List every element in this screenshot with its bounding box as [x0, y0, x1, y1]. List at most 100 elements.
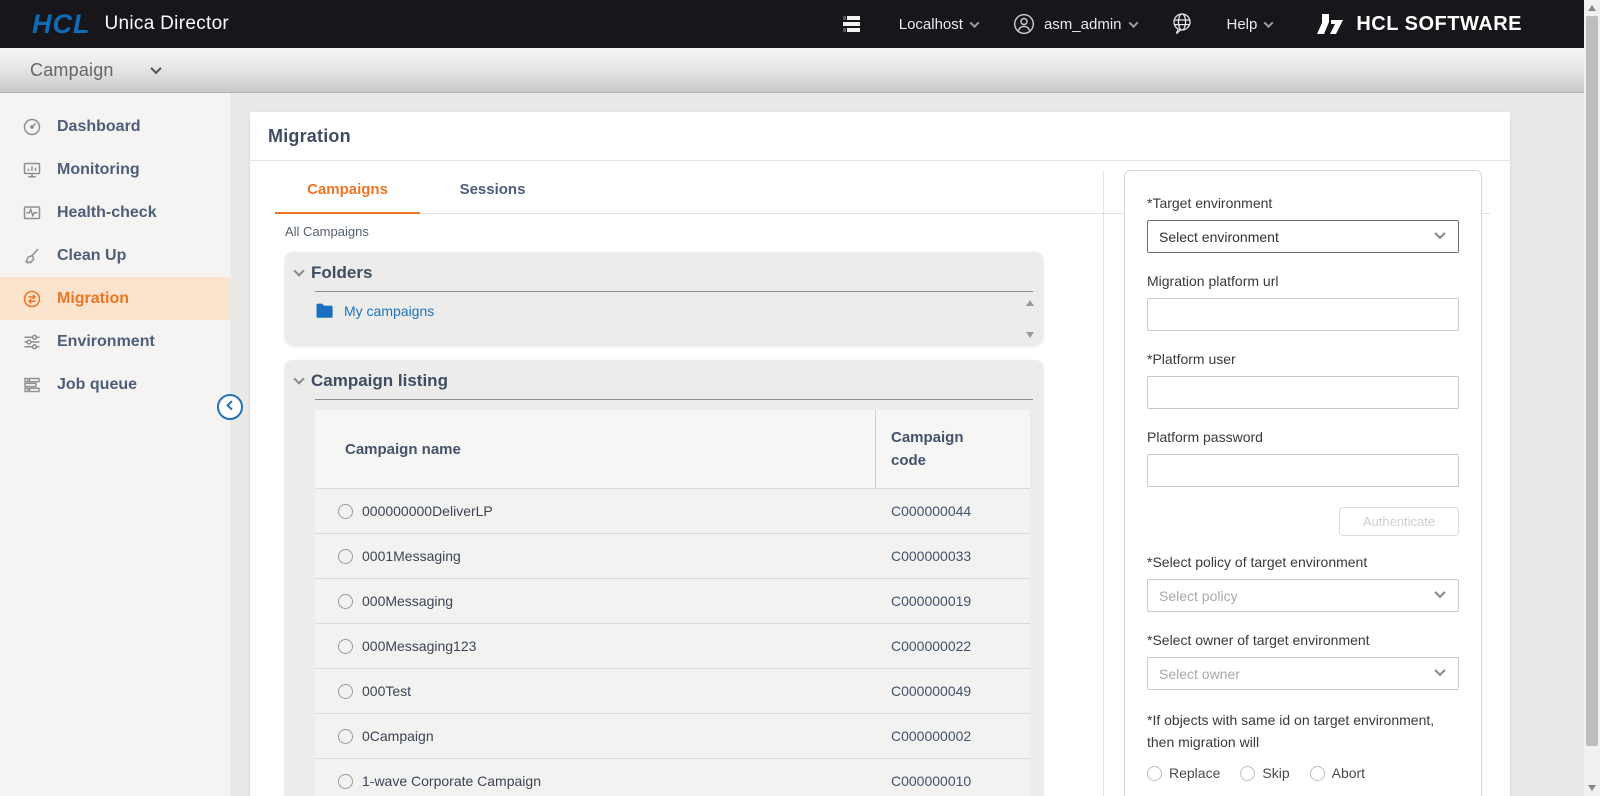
table-row[interactable]: 000Messaging C000000019 — [315, 578, 1030, 623]
language-button[interactable] — [1171, 12, 1193, 36]
campaign-code-cell: C000000049 — [891, 683, 971, 699]
scrollbar-up-icon[interactable] — [1588, 5, 1596, 11]
page-scrollbar[interactable] — [1584, 0, 1600, 796]
page-title: Migration — [268, 126, 351, 147]
queue-list-icon — [841, 13, 865, 35]
table-row[interactable]: 0Campaign C000000002 — [315, 713, 1030, 758]
folders-panel: Folders My campaigns — [285, 252, 1043, 345]
campaign-code-cell: C000000002 — [891, 728, 971, 744]
chevron-down-icon — [970, 18, 980, 28]
tab-campaigns[interactable]: Campaigns — [275, 181, 420, 214]
radio-icon — [1147, 766, 1162, 781]
campaign-code-cell: C000000010 — [891, 773, 971, 789]
sidebar: Dashboard Monitoring Health-check C — [0, 93, 230, 796]
section-collapse-chevron-icon[interactable] — [293, 373, 304, 384]
chevron-left-icon — [226, 400, 236, 410]
campaign-name-cell: 000Test — [362, 683, 875, 699]
platform-url-input[interactable] — [1147, 298, 1459, 331]
scrollbar-thumb[interactable] — [1586, 16, 1598, 746]
platform-password-label: Platform password — [1147, 429, 1459, 445]
folders-panel-header: Folders — [285, 252, 1043, 283]
chevron-down-icon[interactable] — [150, 63, 161, 74]
server-name: Localhost — [899, 16, 963, 33]
policy-select[interactable]: Select policy — [1147, 579, 1459, 612]
user-avatar-icon — [1012, 12, 1036, 36]
policy-placeholder: Select policy — [1159, 588, 1238, 604]
column-campaign-name: Campaign name — [315, 410, 875, 488]
scroll-up-icon[interactable] — [1026, 300, 1034, 306]
campaign-table-header: Campaign name Campaign code — [315, 410, 1030, 488]
sidebar-item-health-check[interactable]: Health-check — [0, 191, 230, 234]
tab-sessions[interactable]: Sessions — [420, 181, 565, 213]
row-radio-button[interactable] — [338, 729, 353, 744]
table-row[interactable]: 1-wave Corporate Campaign C000000010 — [315, 758, 1030, 796]
sidebar-item-label: Clean Up — [57, 247, 126, 265]
folder-label: My campaigns — [344, 303, 434, 319]
globe-language-icon — [1171, 12, 1193, 36]
scroll-down-icon[interactable] — [1026, 332, 1034, 338]
sidebar-item-label: Environment — [57, 333, 155, 351]
sidebar-item-label: Dashboard — [57, 118, 141, 136]
hcl-software-text: HCL SOFTWARE — [1356, 13, 1522, 36]
job-queue-icon — [22, 375, 42, 395]
sidebar-item-job-queue[interactable]: Job queue — [0, 363, 230, 406]
campaign-name-cell: 1-wave Corporate Campaign — [362, 773, 875, 789]
row-radio-button[interactable] — [338, 639, 353, 654]
radio-option-skip[interactable]: Skip — [1240, 765, 1289, 781]
sidebar-item-label: Migration — [57, 290, 129, 308]
page-header: Migration — [250, 112, 1510, 161]
migration-sync-icon — [22, 289, 42, 309]
authenticate-button[interactable]: Authenticate — [1339, 507, 1459, 536]
row-radio-button[interactable] — [338, 504, 353, 519]
divider — [315, 399, 1033, 400]
scrollbar-down-icon[interactable] — [1588, 785, 1596, 791]
table-row[interactable]: 000Messaging123 C000000022 — [315, 623, 1030, 668]
server-selector[interactable]: Localhost — [899, 16, 978, 33]
sidebar-item-label: Job queue — [57, 376, 137, 394]
top-navigation-bar: HCL Unica Director Localhost asm_admin — [0, 0, 1600, 48]
folder-item-my-campaigns[interactable]: My campaigns — [315, 302, 1043, 319]
owner-placeholder: Select owner — [1159, 666, 1240, 682]
row-radio-button[interactable] — [338, 774, 353, 789]
clean-up-broom-icon — [22, 246, 42, 266]
sidebar-item-monitoring[interactable]: Monitoring — [0, 148, 230, 191]
sidebar-item-environment[interactable]: Environment — [0, 320, 230, 363]
table-row[interactable]: 000000000DeliverLP C000000044 — [315, 488, 1030, 533]
campaign-listing-title: Campaign listing — [311, 371, 448, 391]
campaign-code-cell: C000000019 — [891, 593, 971, 609]
row-radio-button[interactable] — [338, 684, 353, 699]
row-radio-button[interactable] — [338, 549, 353, 564]
radio-label: Replace — [1169, 765, 1220, 781]
radio-option-abort[interactable]: Abort — [1310, 765, 1365, 781]
help-menu[interactable]: Help — [1227, 16, 1273, 33]
authenticate-row: Authenticate — [1147, 507, 1459, 536]
sidebar-collapse-button[interactable] — [217, 394, 243, 420]
health-check-icon — [22, 203, 42, 223]
sidebar-item-clean-up[interactable]: Clean Up — [0, 234, 230, 277]
owner-label: *Select owner of target environment — [1147, 632, 1459, 648]
sidebar-item-dashboard[interactable]: Dashboard — [0, 105, 230, 148]
chevron-down-icon — [1264, 18, 1274, 28]
sidebar-item-migration[interactable]: Migration — [0, 277, 230, 320]
campaign-name-cell: 000Messaging — [362, 593, 875, 609]
table-row[interactable]: 0001Messaging C000000033 — [315, 533, 1030, 578]
section-collapse-chevron-icon[interactable] — [293, 265, 304, 276]
radio-icon — [1240, 766, 1255, 781]
table-row[interactable]: 000Test C000000049 — [315, 668, 1030, 713]
platform-password-input[interactable] — [1147, 454, 1459, 487]
chevron-down-icon — [1434, 228, 1445, 239]
chevron-down-icon — [1128, 18, 1138, 28]
campaign-name-cell: 000Messaging123 — [362, 638, 875, 654]
application-dropdown[interactable]: Campaign — [30, 60, 114, 81]
radio-option-replace[interactable]: Replace — [1147, 765, 1220, 781]
help-label: Help — [1227, 16, 1258, 33]
folders-scrollbar[interactable] — [1024, 300, 1036, 338]
owner-select[interactable]: Select owner — [1147, 657, 1459, 690]
chevron-down-icon — [1434, 587, 1445, 598]
target-environment-select[interactable]: Select environment — [1147, 220, 1459, 253]
campaign-name-cell: 0001Messaging — [362, 548, 875, 564]
queue-list-button[interactable] — [841, 13, 865, 35]
row-radio-button[interactable] — [338, 594, 353, 609]
platform-user-input[interactable] — [1147, 376, 1459, 409]
user-menu[interactable]: asm_admin — [1012, 12, 1137, 36]
